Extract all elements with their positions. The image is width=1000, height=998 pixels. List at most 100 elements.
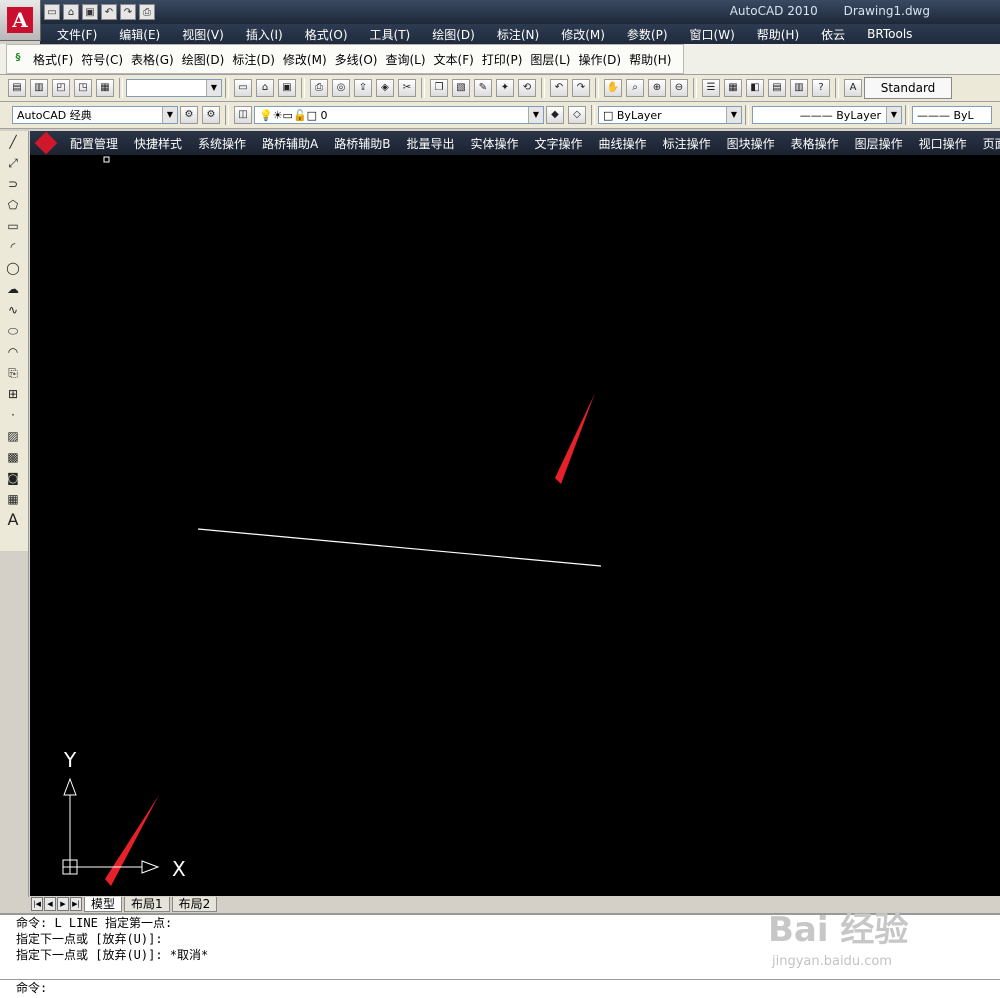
gradient-icon[interactable]: ▩ xyxy=(3,447,23,467)
save-icon[interactable]: ▣ xyxy=(82,4,98,20)
block-editor-icon[interactable]: ✦ xyxy=(496,79,514,97)
make-block-icon[interactable]: ⊞ xyxy=(3,384,23,404)
menu-yiyun[interactable]: 依云 xyxy=(810,26,856,43)
design-center-icon[interactable]: ▦ xyxy=(724,79,742,97)
new-icon[interactable]: ▭ xyxy=(44,4,60,20)
color-combo[interactable]: □ ByLayer ▼ xyxy=(598,106,742,124)
text-style-combo[interactable]: Standard xyxy=(864,77,952,99)
plugin-block-ops[interactable]: 图块操作 xyxy=(719,135,783,152)
plugin-menu-modify[interactable]: 修改(M) xyxy=(279,51,331,68)
plugin-system-ops[interactable]: 系统操作 xyxy=(190,135,254,152)
drawing-canvas[interactable]: Y X xyxy=(30,155,1000,896)
plugin-curve-ops[interactable]: 曲线操作 xyxy=(591,135,655,152)
menu-format[interactable]: 格式(O) xyxy=(294,26,359,43)
plot-preview-icon[interactable]: ◎ xyxy=(332,79,350,97)
make-current-layer-icon[interactable]: ◆ xyxy=(546,106,564,124)
plugin-menu-text[interactable]: 文本(F) xyxy=(430,51,478,68)
plugin-menu-format[interactable]: 格式(F) xyxy=(29,51,77,68)
menu-dimension[interactable]: 标注(N) xyxy=(486,26,550,43)
plugin-menu-symbol[interactable]: 符号(C) xyxy=(77,51,127,68)
linetype-combo[interactable]: ——— ByLayer ▼ xyxy=(752,106,902,124)
new-file-icon[interactable]: ▭ xyxy=(234,79,252,97)
properties-icon[interactable]: ☰ xyxy=(702,79,720,97)
plugin-menu-help[interactable]: 帮助(H) xyxy=(625,51,675,68)
ellipse-arc-icon[interactable]: ◠ xyxy=(3,342,23,362)
menu-edit[interactable]: 编辑(E) xyxy=(108,26,171,43)
layer-previous-icon[interactable]: ◇ xyxy=(568,106,586,124)
plugin-dimension-ops[interactable]: 标注操作 xyxy=(655,135,719,152)
sheet-set-icon[interactable]: ▤ xyxy=(768,79,786,97)
menu-draw[interactable]: 绘图(D) xyxy=(421,26,486,43)
menu-parametric[interactable]: 参数(P) xyxy=(616,26,679,43)
copy-icon[interactable]: ❐ xyxy=(430,79,448,97)
empty-combo[interactable]: ▼ xyxy=(126,79,222,97)
paste-icon[interactable]: ▧ xyxy=(452,79,470,97)
plugin-quick-style[interactable]: 快捷样式 xyxy=(126,135,190,152)
plugin-bridge-a[interactable]: 路桥辅助A xyxy=(254,135,326,152)
revision-cloud-icon[interactable]: ☁ xyxy=(3,279,23,299)
plugin-menu-table[interactable]: 表格(G) xyxy=(127,51,178,68)
layout-icon-5[interactable]: ▦ xyxy=(96,79,114,97)
region-icon[interactable]: ◙ xyxy=(3,468,23,488)
paste-special-icon[interactable]: ⟲ xyxy=(518,79,536,97)
rectangle-icon[interactable]: ▭ xyxy=(3,216,23,236)
pan-icon[interactable]: ✋ xyxy=(604,79,622,97)
polygon-icon[interactable]: ⬠ xyxy=(3,195,23,215)
undo-icon[interactable]: ↶ xyxy=(101,4,117,20)
zoom-previous-icon[interactable]: ⊖ xyxy=(670,79,688,97)
open-file-icon[interactable]: ⌂ xyxy=(256,79,274,97)
open-icon[interactable]: ⌂ xyxy=(63,4,79,20)
plugin-bridge-b[interactable]: 路桥辅助B xyxy=(326,135,398,152)
plugin-layer-ops[interactable]: 图层操作 xyxy=(847,135,911,152)
drawn-line[interactable] xyxy=(197,528,602,567)
plot-icon[interactable]: ⎙ xyxy=(310,79,328,97)
plugin-menu-multiline[interactable]: 多线(O) xyxy=(331,51,382,68)
menu-tools[interactable]: 工具(T) xyxy=(359,26,422,43)
layout-icon-4[interactable]: ◳ xyxy=(74,79,92,97)
3d-dwf-icon[interactable]: ◈ xyxy=(376,79,394,97)
menu-modify[interactable]: 修改(M) xyxy=(550,26,616,43)
multiline-text-icon[interactable]: A xyxy=(3,510,23,530)
plugin-menu-draw[interactable]: 绘图(D) xyxy=(178,51,229,68)
ellipse-icon[interactable]: ⬭ xyxy=(3,321,23,341)
layout-icon-2[interactable]: ▥ xyxy=(30,79,48,97)
menu-file[interactable]: 文件(F) xyxy=(46,26,108,43)
plugin-config-manage[interactable]: 配置管理 xyxy=(62,135,126,152)
tab-layout1[interactable]: 布局1 xyxy=(124,896,170,912)
cut-icon[interactable]: ✂ xyxy=(398,79,416,97)
next-tab-icon[interactable]: ▶ xyxy=(57,897,69,911)
application-button[interactable]: A xyxy=(0,0,41,41)
plugin-menu-dimension[interactable]: 标注(D) xyxy=(228,51,279,68)
plugin-table-ops[interactable]: 表格操作 xyxy=(783,135,847,152)
menu-brtools[interactable]: BRTools xyxy=(856,27,923,41)
save-file-icon[interactable]: ▣ xyxy=(278,79,296,97)
polyline-icon[interactable]: ⊃ xyxy=(3,174,23,194)
tool-palettes-icon[interactable]: ◧ xyxy=(746,79,764,97)
undo-arrow-icon[interactable]: ↶ xyxy=(550,79,568,97)
workspace-combo[interactable]: AutoCAD 经典 ▼ xyxy=(12,106,178,124)
plugin-batch-export[interactable]: 批量导出 xyxy=(399,135,463,152)
tab-model[interactable]: 模型 xyxy=(84,896,123,912)
plugin-text-ops[interactable]: 文字操作 xyxy=(527,135,591,152)
workspace-save-icon[interactable]: ⚙ xyxy=(202,106,220,124)
insert-block-icon[interactable]: ⎘ xyxy=(3,363,23,383)
hatch-icon[interactable]: ▨ xyxy=(3,426,23,446)
menu-insert[interactable]: 插入(I) xyxy=(235,26,294,43)
plugin-page-ops[interactable]: 页面操作 xyxy=(975,135,1000,152)
plugin-menu-operation[interactable]: 操作(D) xyxy=(574,51,625,68)
plugin-menu-print[interactable]: 打印(P) xyxy=(478,51,527,68)
plugin-solid-ops[interactable]: 实体操作 xyxy=(463,135,527,152)
line-tool-icon[interactable]: ╱ xyxy=(3,132,23,152)
lineweight-combo[interactable]: ——— ByL xyxy=(912,106,992,124)
help-icon[interactable]: ? xyxy=(812,79,830,97)
prev-tab-icon[interactable]: ◀ xyxy=(44,897,56,911)
last-tab-icon[interactable]: ▶| xyxy=(70,897,82,911)
publish-icon[interactable]: ⇪ xyxy=(354,79,372,97)
redo-icon[interactable]: ↷ xyxy=(120,4,136,20)
plugin-menu-query[interactable]: 查询(L) xyxy=(381,51,429,68)
layout-icon-1[interactable]: ▤ xyxy=(8,79,26,97)
plugin-toggle-icon[interactable]: § xyxy=(9,50,27,68)
calculator-icon[interactable]: ▥ xyxy=(790,79,808,97)
construction-line-icon[interactable]: ⤢ xyxy=(3,153,23,173)
first-tab-icon[interactable]: |◀ xyxy=(31,897,43,911)
